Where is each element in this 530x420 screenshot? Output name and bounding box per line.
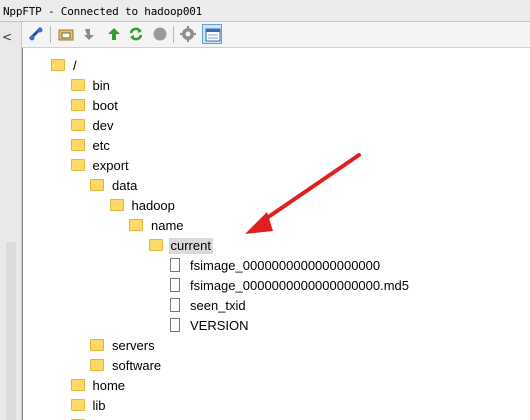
folder-icon: [90, 359, 104, 371]
refresh-button[interactable]: [126, 24, 146, 44]
folder-icon: [70, 399, 85, 411]
node-label: boot: [92, 98, 118, 113]
sidebar-scrollbar[interactable]: [6, 242, 16, 420]
node-label: VERSION: [190, 318, 249, 333]
folder-icon: [70, 379, 85, 391]
node-label: bin: [92, 78, 110, 93]
file-icon: [170, 258, 180, 272]
folder-icon: [148, 239, 163, 251]
toolbar-separator: [173, 26, 174, 43]
connect-icon: [28, 26, 43, 41]
message-window-icon: [205, 28, 221, 42]
folder-icon: [70, 139, 85, 151]
node-label: software: [112, 358, 162, 373]
window-title: NppFTP - Connected to hadoop001: [3, 5, 203, 18]
folder-icon: [51, 59, 65, 71]
settings-button[interactable]: [178, 24, 198, 44]
connect-button[interactable]: [26, 24, 46, 44]
node-label: seen_txid: [190, 298, 246, 313]
collapse-button[interactable]: <: [2, 30, 12, 44]
folder-icon: [109, 199, 124, 211]
download-button[interactable]: [80, 24, 100, 44]
folder-icon: [90, 179, 104, 191]
file-icon: [170, 298, 180, 312]
open-folder-icon: [58, 29, 74, 41]
folder-icon: [70, 99, 85, 111]
node-label: export: [92, 158, 129, 173]
file-tree: / bin boot dev etc export data hadoop name curren…: [22, 48, 530, 420]
title-bar: NppFTP - Connected to hadoop001: [0, 0, 530, 22]
node-label: home: [92, 378, 126, 393]
folder-icon: [70, 159, 85, 171]
folder-icon: [70, 79, 85, 91]
node-label: current: [168, 238, 213, 254]
node-label: data: [112, 178, 138, 193]
folder-icon: [129, 219, 143, 231]
folder-icon: [70, 119, 85, 131]
upload-icon: [108, 28, 120, 40]
node-label: fsimage_0000000000000000000: [190, 258, 381, 273]
toolbar: [22, 22, 530, 48]
node-label: etc: [92, 138, 110, 153]
node-label: /: [73, 58, 77, 73]
node-label: fsimage_0000000000000000000.md5: [190, 278, 410, 293]
file-icon: [170, 278, 180, 292]
node-label: name: [151, 218, 184, 233]
open-button[interactable]: [56, 24, 76, 44]
side-panel: <: [0, 22, 22, 420]
settings-icon: [180, 26, 196, 42]
node-label: hadoop: [131, 198, 175, 213]
download-icon: [84, 29, 94, 40]
file-icon: [170, 318, 180, 332]
toolbar-separator: [50, 26, 51, 43]
node-label: servers: [112, 338, 155, 353]
node-label: dev: [92, 118, 114, 133]
abort-icon: [153, 27, 167, 41]
abort-button[interactable]: [150, 24, 170, 44]
message-window-button[interactable]: [202, 24, 222, 44]
node-label: lib: [92, 398, 106, 413]
refresh-icon: [129, 27, 143, 41]
upload-button[interactable]: [104, 24, 124, 44]
folder-icon: [90, 339, 104, 351]
